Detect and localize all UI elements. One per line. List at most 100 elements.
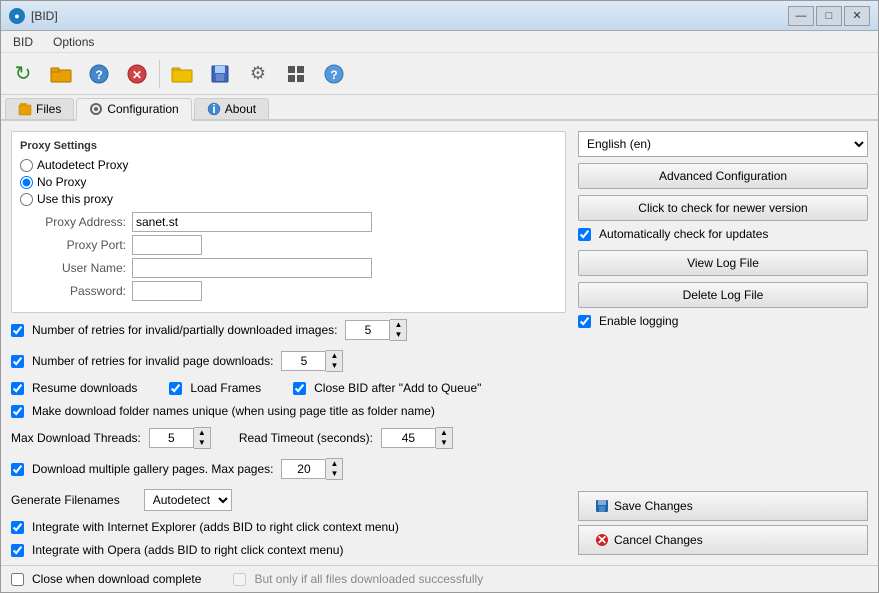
retries-pages-spin: ▲ ▼: [281, 350, 343, 372]
info-button[interactable]: ?: [316, 56, 352, 92]
check-version-button[interactable]: Click to check for newer version: [578, 195, 868, 221]
retries-images-row: Number of retries for invalid/partially …: [11, 319, 566, 341]
app-icon: ●: [9, 8, 25, 24]
title-bar: ● [BID] — □ ✕: [1, 1, 878, 31]
tab-about[interactable]: i About: [194, 98, 269, 119]
no-proxy-radio[interactable]: [20, 176, 33, 189]
generate-filenames-select[interactable]: Autodetect Sequential Original: [144, 489, 232, 511]
autodetect-proxy-radio[interactable]: [20, 159, 33, 172]
view-log-button[interactable]: View Log File: [578, 250, 868, 276]
close-bid-checkbox[interactable]: [293, 382, 306, 395]
save-icon: [595, 499, 609, 513]
max-threads-down[interactable]: ▼: [194, 438, 210, 448]
save-changes-button[interactable]: Save Changes: [578, 491, 868, 521]
tab-files-label: Files: [36, 102, 61, 116]
retries-images-down[interactable]: ▼: [390, 330, 406, 340]
proxy-port-row: Proxy Port:: [20, 235, 557, 255]
menu-options[interactable]: Options: [45, 33, 102, 51]
read-timeout-value[interactable]: [381, 428, 436, 448]
auto-updates-label: Automatically check for updates: [599, 227, 768, 241]
minimize-button[interactable]: —: [788, 6, 814, 26]
retries-pages-row: Number of retries for invalid page downl…: [11, 350, 566, 372]
retries-images-spin: ▲ ▼: [345, 319, 407, 341]
svg-text:?: ?: [95, 68, 102, 82]
save-label: Save Changes: [614, 499, 693, 513]
language-select[interactable]: English (en) German (de) French (fr) Spa…: [578, 131, 868, 157]
enable-logging-row: Enable logging: [578, 314, 868, 328]
max-threads-arrows: ▲ ▼: [194, 427, 211, 449]
read-timeout-spin: ▲ ▼: [381, 427, 453, 449]
multi-gallery-value[interactable]: [281, 459, 326, 479]
retries-pages-down[interactable]: ▼: [326, 361, 342, 371]
multi-gallery-spin: ▲ ▼: [281, 458, 343, 480]
about-icon: i: [207, 102, 221, 116]
integrate-ie-row: Integrate with Internet Explorer (adds B…: [11, 520, 566, 534]
proxy-pass-input[interactable]: [132, 281, 202, 301]
save-toolbar-button[interactable]: [202, 56, 238, 92]
tabs-bar: Files Configuration i About: [1, 95, 878, 121]
close-complete-checkbox[interactable]: [11, 573, 24, 586]
close-button[interactable]: ✕: [844, 6, 870, 26]
tab-about-label: About: [225, 102, 256, 116]
enable-logging-checkbox[interactable]: [578, 315, 591, 328]
retries-images-checkbox[interactable]: [11, 324, 24, 337]
settings-button[interactable]: ⚙: [240, 56, 276, 92]
proxy-pass-row: Password:: [20, 281, 557, 301]
multi-gallery-down[interactable]: ▼: [326, 469, 342, 479]
retries-images-value[interactable]: [345, 320, 390, 340]
multi-gallery-checkbox[interactable]: [11, 463, 24, 476]
multi-gallery-label: Download multiple gallery pages. Max pag…: [32, 462, 273, 476]
open-button[interactable]: [164, 56, 200, 92]
integrate-ie-label: Integrate with Internet Explorer (adds B…: [32, 520, 399, 534]
stop-button[interactable]: ✕: [119, 56, 155, 92]
no-proxy-row: No Proxy: [20, 175, 557, 189]
cancel-changes-button[interactable]: ✕ Cancel Changes: [578, 525, 868, 555]
main-window: ● [BID] — □ ✕ BID Options ↻ ? ✕ ⚙: [0, 0, 879, 593]
main-content: Proxy Settings Autodetect Proxy No Proxy…: [1, 121, 878, 565]
options-row-1: Resume downloads Load Frames Close BID a…: [11, 381, 566, 395]
close-bid-label: Close BID after "Add to Queue": [314, 381, 481, 395]
multi-gallery-up[interactable]: ▲: [326, 459, 342, 469]
window-title: [BID]: [31, 9, 788, 23]
grid-button[interactable]: [278, 56, 314, 92]
retries-images-arrows: ▲ ▼: [390, 319, 407, 341]
advanced-config-button[interactable]: Advanced Configuration: [578, 163, 868, 189]
make-unique-label: Make download folder names unique (when …: [32, 404, 435, 418]
retries-pages-up[interactable]: ▲: [326, 351, 342, 361]
resume-checkbox[interactable]: [11, 382, 24, 395]
autodetect-proxy-row: Autodetect Proxy: [20, 158, 557, 172]
proxy-radio-group: Autodetect Proxy No Proxy Use this proxy: [20, 158, 557, 206]
retries-pages-value[interactable]: [281, 351, 326, 371]
max-threads-value[interactable]: [149, 428, 194, 448]
max-threads-up[interactable]: ▲: [194, 428, 210, 438]
read-timeout-down[interactable]: ▼: [436, 438, 452, 448]
folder-open-button[interactable]: [43, 56, 79, 92]
but-only-label: But only if all files downloaded success…: [254, 572, 483, 586]
auto-updates-checkbox[interactable]: [578, 228, 591, 241]
retries-images-up[interactable]: ▲: [390, 320, 406, 330]
integrate-opera-checkbox[interactable]: [11, 544, 24, 557]
proxy-user-input[interactable]: [132, 258, 372, 278]
read-timeout-up[interactable]: ▲: [436, 428, 452, 438]
help-button[interactable]: ?: [81, 56, 117, 92]
refresh-button[interactable]: ↻: [5, 56, 41, 92]
maximize-button[interactable]: □: [816, 6, 842, 26]
threads-timeout-row: Max Download Threads: ▲ ▼ Read Timeout (…: [11, 427, 566, 449]
menu-bid[interactable]: BID: [5, 33, 41, 51]
toolbar-separator-1: [159, 60, 160, 88]
integrate-ie-checkbox[interactable]: [11, 521, 24, 534]
load-frames-checkbox[interactable]: [169, 382, 182, 395]
but-only-checkbox[interactable]: [233, 573, 246, 586]
proxy-port-input[interactable]: [132, 235, 202, 255]
make-unique-checkbox[interactable]: [11, 405, 24, 418]
retries-pages-checkbox[interactable]: [11, 355, 24, 368]
resume-label: Resume downloads: [32, 381, 137, 395]
proxy-address-input[interactable]: [132, 212, 372, 232]
max-threads-spin: ▲ ▼: [149, 427, 211, 449]
cancel-icon: ✕: [595, 533, 609, 547]
delete-log-button[interactable]: Delete Log File: [578, 282, 868, 308]
enable-logging-label: Enable logging: [599, 314, 678, 328]
tab-configuration[interactable]: Configuration: [76, 98, 191, 121]
use-proxy-radio[interactable]: [20, 193, 33, 206]
tab-files[interactable]: Files: [5, 98, 74, 119]
